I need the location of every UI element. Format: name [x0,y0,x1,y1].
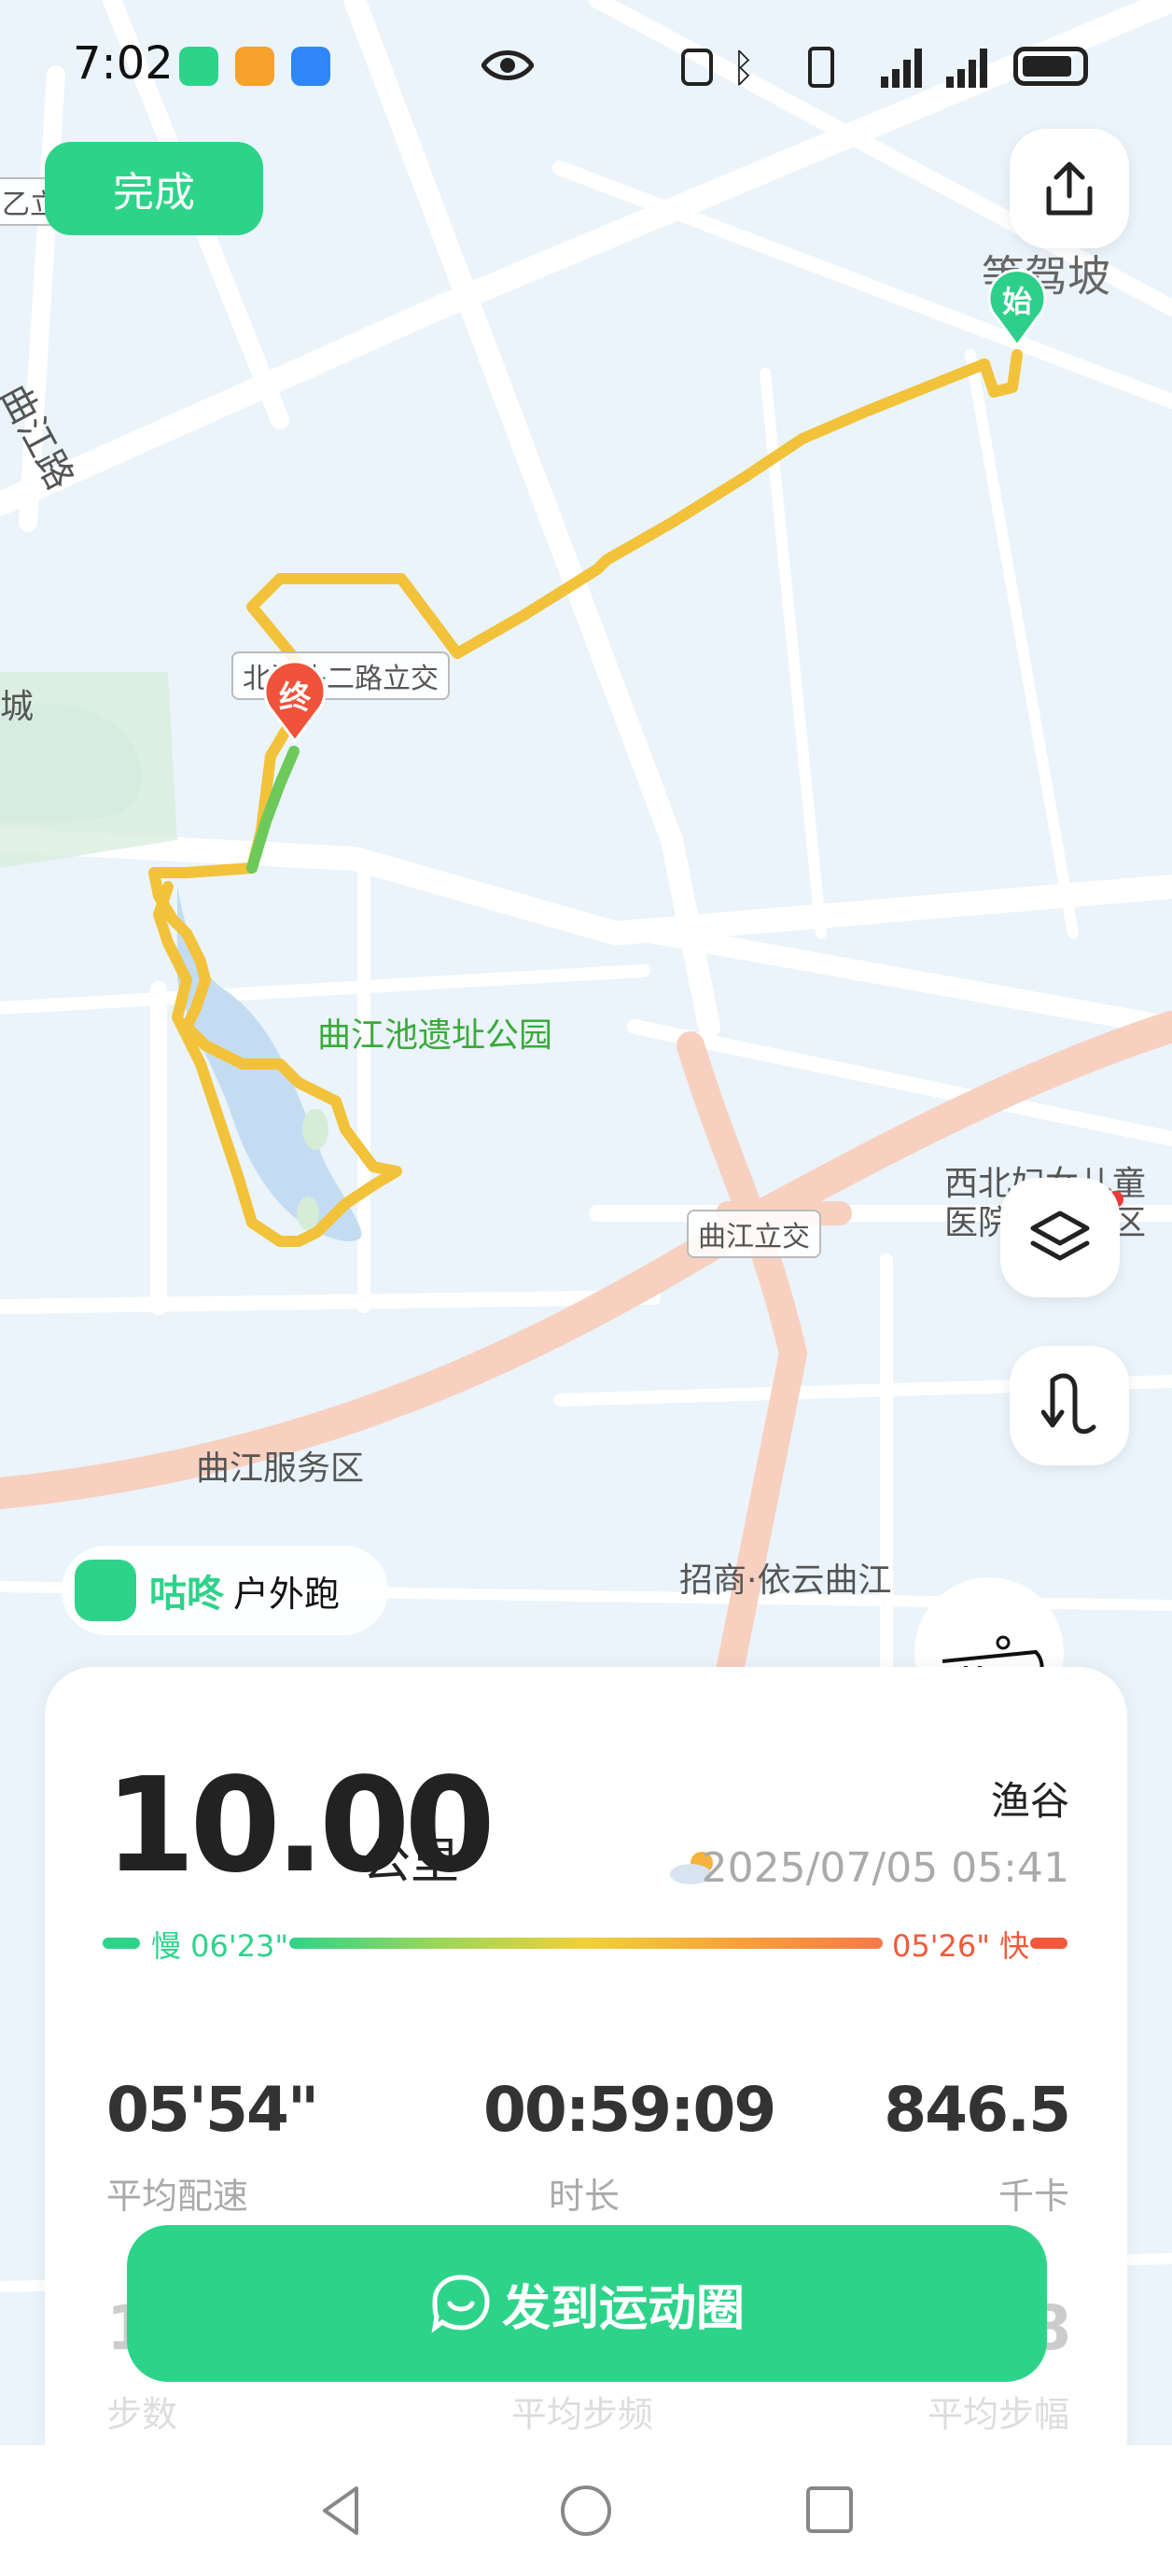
pace-slow-indicator [103,1938,140,1949]
app-brand-name: 咕咚 [149,1573,224,1616]
share-icon [1046,161,1093,216]
status-time: 7:02 [73,37,174,90]
avg-pace-value: 05'54" [106,2074,319,2146]
map-layers-button[interactable] [1000,1178,1120,1297]
app-notification-icon [291,47,330,86]
app-badge: 咕咚 户外跑 [62,1546,388,1635]
distance-unit: 公里 [362,1834,460,1890]
app-notification-icon [179,47,218,86]
battery-icon [1013,47,1088,86]
duration-label: 时长 [549,2176,621,2217]
location-name: 渔谷 [990,1778,1069,1824]
activity-type: 户外跑 [233,1573,341,1615]
stride-label: 平均步幅 [927,2394,1069,2435]
signal-icon [942,45,998,93]
home-icon[interactable] [558,2483,614,2539]
bluetooth-icon: ᛒ [732,45,756,91]
done-button-label: 完成 [113,169,195,217]
recents-icon[interactable] [804,2485,855,2535]
nfc-icon [681,49,713,86]
layers-icon [1030,1211,1090,1261]
map-label-interchange: 曲江立交 [687,1210,821,1258]
done-button[interactable]: 完成 [45,142,263,235]
calories-label: 千卡 [998,2176,1069,2217]
post-to-feed-label: 发到运动圈 [501,2280,745,2337]
codoon-logo-icon [75,1560,136,1621]
pace-fast-indicator [1030,1938,1067,1949]
start-marker: 始 [987,269,1047,348]
status-bar: 7:02 ᛒ [0,0,1172,131]
cadence-label: 平均步频 [511,2394,654,2435]
system-nav-bar [0,2445,1172,2576]
pace-slow-label: 慢 06'23" [151,1928,289,1964]
map-label-park: 曲江池遗址公园 [317,1016,553,1055]
map-label-city: 城 [0,688,35,726]
share-export-button[interactable] [1010,129,1129,248]
steps-label: 步数 [106,2394,178,2435]
vibrate-icon [808,47,834,88]
run-datetime: 2025/07/05 05:41 [701,1844,1069,1892]
end-marker: 终 [263,660,327,744]
duration-value: 00:59:09 [483,2074,776,2146]
route-toggle-button[interactable] [1010,1346,1129,1465]
avg-pace-label: 平均配速 [106,2176,249,2217]
post-to-feed-button[interactable]: 发到运动圈 [127,2225,1047,2382]
pace-gradient-bar [289,1938,883,1949]
map-label-service-area: 曲江服务区 [196,1449,365,1488]
chat-bubble-icon [431,2275,490,2333]
app-notification-icon [235,47,274,86]
route-icon [1041,1373,1096,1435]
eye-icon [480,47,536,88]
map-label-estate: 招商·依云曲江 [679,1561,892,1600]
back-icon[interactable] [317,2483,364,2539]
pace-fast-label: 05'26" 快 [892,1928,1030,1964]
calories-value: 846.5 [884,2074,1071,2146]
